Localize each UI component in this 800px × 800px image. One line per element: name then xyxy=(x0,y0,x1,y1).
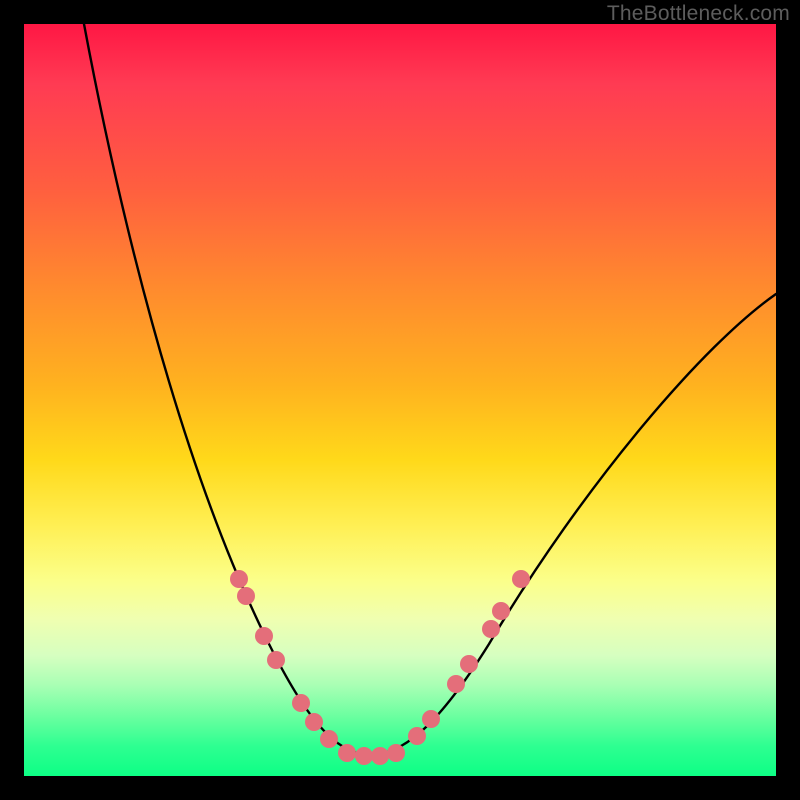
dot-bottom xyxy=(371,747,389,765)
dot-left xyxy=(230,570,248,588)
dot-left xyxy=(237,587,255,605)
dot-right xyxy=(492,602,510,620)
dots-right xyxy=(408,570,530,745)
dot-left xyxy=(267,651,285,669)
dot-right xyxy=(408,727,426,745)
dot-right xyxy=(512,570,530,588)
dot-left xyxy=(305,713,323,731)
dot-right xyxy=(460,655,478,673)
dot-bottom xyxy=(355,747,373,765)
dot-bottom xyxy=(338,744,356,762)
dot-left xyxy=(255,627,273,645)
dots-left xyxy=(230,570,338,748)
plot-area xyxy=(24,24,776,776)
watermark-text: TheBottleneck.com xyxy=(607,2,790,26)
dot-left xyxy=(320,730,338,748)
dot-bottom xyxy=(387,744,405,762)
dots-bottom xyxy=(338,744,405,765)
dot-right xyxy=(422,710,440,728)
chart-stage: TheBottleneck.com xyxy=(0,0,800,800)
curve-layer xyxy=(24,24,776,776)
dot-right xyxy=(482,620,500,638)
dot-left xyxy=(292,694,310,712)
dot-right xyxy=(447,675,465,693)
bottleneck-curve xyxy=(84,24,776,755)
